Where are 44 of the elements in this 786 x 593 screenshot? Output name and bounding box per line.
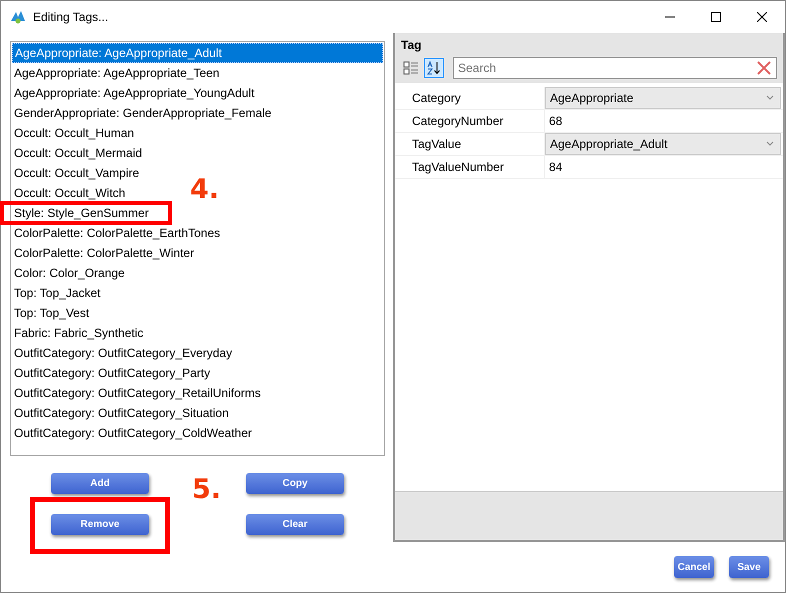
tag-list-item[interactable]: Occult: Occult_Witch xyxy=(12,183,128,203)
tag-list-item[interactable]: OutfitCategory: OutfitCategory_Party xyxy=(12,363,212,383)
dialog-button[interactable]: Cancel xyxy=(674,556,714,578)
tag-list-item[interactable]: ColorPalette: ColorPalette_Winter xyxy=(12,243,196,263)
clear-search-icon[interactable] xyxy=(757,61,771,75)
step-number: 5. xyxy=(192,474,222,505)
action-button[interactable]: Copy xyxy=(246,473,344,494)
action-button[interactable]: Remove xyxy=(51,514,149,535)
sort-alphabetical-icon[interactable] xyxy=(424,58,444,78)
search-field[interactable]: Search xyxy=(453,57,777,79)
tag-list-item[interactable]: GenderAppropriate: GenderAppropriate_Female xyxy=(12,103,274,123)
tag-list-item[interactable]: Top: Top_Vest xyxy=(12,303,92,323)
action-button[interactable]: Add xyxy=(51,473,149,494)
maximize-icon xyxy=(711,12,721,22)
tag-list-item[interactable]: Top: Top_Jacket xyxy=(12,283,103,303)
window-title: Editing Tags... xyxy=(33,10,110,24)
tag-list-item[interactable]: OutfitCategory: OutfitCategory_RetailUniforms xyxy=(12,383,263,403)
property-value[interactable]: 68 xyxy=(545,110,783,132)
tag-list-item[interactable]: AgeAppropriate: AgeAppropriate_YoungAdult xyxy=(12,83,256,103)
tag-list-item[interactable]: ColorPalette: ColorPalette_EarthTones xyxy=(12,223,222,243)
logo-icon xyxy=(9,9,27,25)
close-icon xyxy=(757,12,767,22)
tag-list-item[interactable]: AgeAppropriate: AgeAppropriate_Teen xyxy=(12,63,222,83)
tag-list-item[interactable]: Occult: Occult_Human xyxy=(12,123,136,143)
property-dropdown[interactable]: AgeAppropriate_Adult xyxy=(545,133,781,155)
action-button[interactable]: Clear xyxy=(246,514,344,535)
tag-list-item[interactable]: OutfitCategory: OutfitCategory_ColdWeather xyxy=(12,423,254,443)
tag-list-item[interactable]: Style: Style_GenSummer xyxy=(12,203,151,223)
step-number: 4. xyxy=(190,174,220,205)
tag-list-item[interactable]: Fabric: Fabric_Synthetic xyxy=(12,323,146,343)
tag-list-item[interactable]: Occult: Occult_Vampire xyxy=(12,163,142,183)
chevron-icon xyxy=(766,95,774,101)
property-dropdown[interactable]: AgeAppropriate xyxy=(545,87,781,109)
tag-list-item[interactable]: OutfitCategory: OutfitCategory_Everyday xyxy=(12,343,234,363)
dialog-button[interactable]: Save xyxy=(729,556,769,578)
property-name: TagValueNumber xyxy=(395,156,545,178)
tag-list-item[interactable]: Occult: Occult_Mermaid xyxy=(12,143,144,163)
tag-list-item[interactable]: OutfitCategory: OutfitCategory_Situation xyxy=(12,403,231,423)
chevron-icon xyxy=(766,141,774,147)
tag-list-item[interactable]: AgeAppropriate: AgeAppropriate_Adult xyxy=(12,43,383,63)
property-name: CategoryNumber xyxy=(395,110,545,132)
property-grid-title: Tag xyxy=(401,38,422,52)
tag-list-item[interactable]: Color: Color_Orange xyxy=(12,263,127,283)
property-value[interactable]: 84 xyxy=(545,156,783,178)
